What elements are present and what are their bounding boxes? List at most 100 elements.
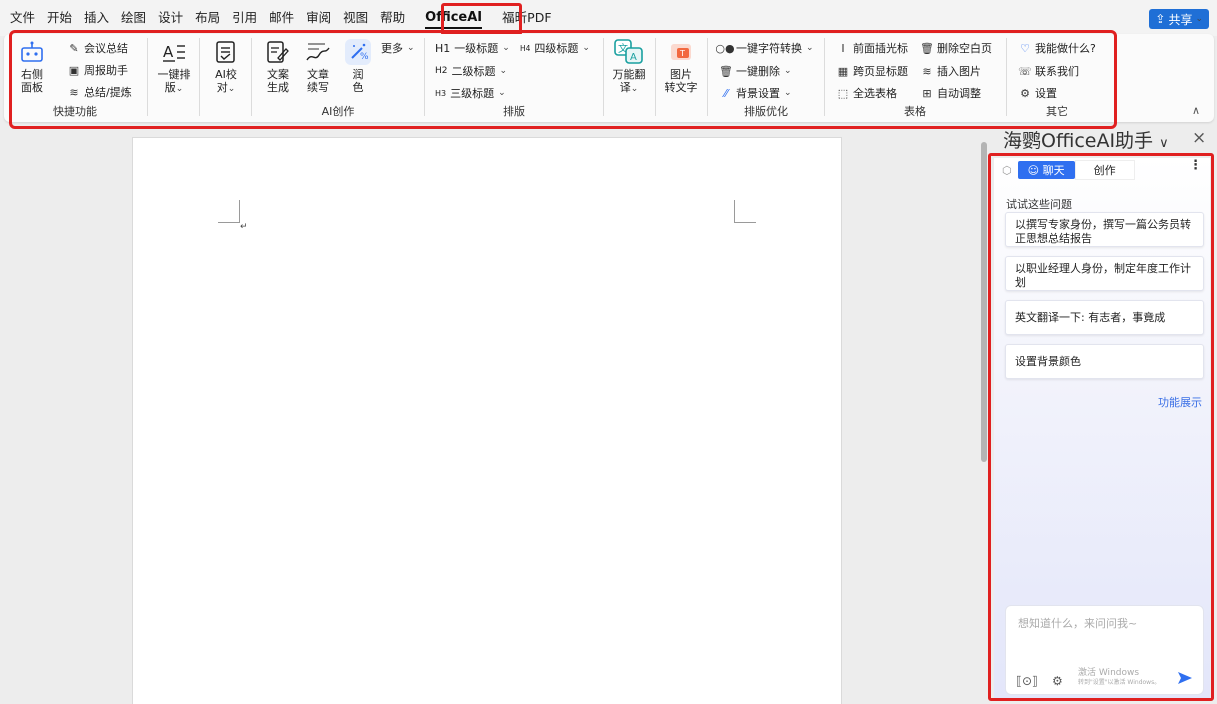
- group-label-other: 其它: [1046, 105, 1068, 118]
- background-settings-button[interactable]: ⁄⁄ 背景设置 ⌄: [720, 85, 791, 101]
- menu-mailings[interactable]: 邮件: [263, 0, 300, 36]
- meeting-summary-button[interactable]: ✎ 会议总结: [68, 40, 128, 56]
- polish-label-2: 色: [352, 81, 364, 94]
- translate-label-2: 译: [619, 81, 631, 94]
- cross-page-title-button[interactable]: ▦ 跨页显标题: [837, 63, 908, 79]
- summarize-button[interactable]: ≋ 总结/提炼: [68, 84, 132, 100]
- svg-text:A: A: [163, 43, 174, 61]
- heading-3-button[interactable]: H3 三级标题 ⌄: [435, 85, 506, 101]
- copy-generate-button[interactable]: 文案 生成: [260, 39, 296, 94]
- menu-review[interactable]: 审阅: [300, 0, 337, 36]
- menu-view[interactable]: 视图: [337, 0, 374, 36]
- suggestion-item[interactable]: 以撰写专家身份，撰写一篇公务员转正思想总结报告: [1005, 212, 1204, 247]
- contact-us-button[interactable]: ☏ 联系我们: [1018, 63, 1079, 79]
- calendar-icon: ▣: [68, 63, 80, 77]
- text-cursor-icon: I: [841, 41, 845, 55]
- insert-cursor-label: 前面插光标: [853, 42, 908, 55]
- summarize-label: 总结/提炼: [84, 86, 132, 99]
- insert-image-button[interactable]: ≋ 插入图片: [921, 63, 981, 79]
- meeting-summary-label: 会议总结: [84, 42, 128, 55]
- select-all-table-button[interactable]: ⬚ 全选表格: [837, 85, 897, 101]
- gear-icon[interactable]: ⚙: [1052, 674, 1063, 688]
- tab-chat[interactable]: ☺ 聊天: [1017, 161, 1075, 179]
- menu-help[interactable]: 帮助: [374, 0, 411, 36]
- menu-officeai[interactable]: OfficeAI: [411, 0, 496, 36]
- group-label-table: 表格: [904, 105, 926, 118]
- tab-create[interactable]: 创作: [1074, 160, 1135, 180]
- menu-design[interactable]: 设计: [152, 0, 189, 36]
- heading-4-label: 四级标题: [534, 42, 579, 55]
- text-format-icon: A: [162, 39, 186, 65]
- what-can-i-do-button[interactable]: ♡ 我能做什么?: [1019, 40, 1096, 56]
- crop-mark-left-v: [239, 200, 240, 223]
- menu-draw[interactable]: 绘图: [115, 0, 152, 36]
- heading-2-label: 二级标题: [451, 65, 496, 78]
- weekly-report-button[interactable]: ▣ 周报助手: [68, 62, 128, 78]
- group-typesetting: H1 一级标题 ⌄ H4 四级标题 ⌄ H2 二级标题 ⌄ H3 三级标题 ⌄ 排版: [425, 34, 603, 122]
- handwriting-icon: [305, 39, 331, 65]
- universal-translate-button[interactable]: 文A 万能翻 译⌄: [608, 39, 650, 96]
- one-click-layout-button[interactable]: A 一键排 版⌄: [154, 39, 194, 96]
- select-box-icon: ⬚: [837, 86, 849, 100]
- ribbon: 右侧 面板 ✎ 会议总结 ▣ 周报助手 ≋ 总结/提炼 快捷功能 A 一键排 版⌄ A…: [4, 34, 1214, 122]
- article-continue-button[interactable]: 文章 续写: [300, 39, 336, 94]
- more-options-icon[interactable]: ⋮: [1189, 158, 1202, 173]
- menu-home[interactable]: 开始: [41, 0, 78, 36]
- heading-2-button[interactable]: H2 二级标题 ⌄: [435, 63, 507, 79]
- feature-showcase-link[interactable]: 功能展示: [1158, 394, 1202, 410]
- menu-layout[interactable]: 布局: [189, 0, 226, 36]
- insert-cursor-button[interactable]: I 前面插光标: [837, 40, 908, 56]
- suggestion-item[interactable]: 设置背景颜色: [1005, 344, 1204, 379]
- chevron-down-icon: ⌄: [227, 84, 236, 94]
- divider: [655, 38, 656, 116]
- char-convert-button[interactable]: ○● 一键字符转换 ⌄: [715, 40, 813, 56]
- polish-button[interactable]: % 润 色: [340, 39, 376, 94]
- chevron-down-icon: ⌄: [502, 43, 510, 53]
- chat-input-box[interactable]: ⟦⊙⟧ ⚙ 激活 Windows 转到"设置"以激活 Windows。: [1005, 605, 1204, 695]
- auto-adjust-button[interactable]: ⊞ 自动调整: [921, 85, 981, 101]
- proofread-label-2: 对: [216, 81, 228, 94]
- svg-text:%: %: [360, 52, 369, 62]
- delete-blank-page-button[interactable]: 🗑 删除空白页: [920, 40, 992, 56]
- document-page[interactable]: ↵: [132, 137, 842, 704]
- grid-icon: ⊞: [922, 86, 932, 100]
- document-scrollbar[interactable]: [981, 142, 987, 462]
- layout-label-2: 版: [164, 81, 176, 94]
- menu-file[interactable]: 文件: [0, 0, 41, 36]
- right-panel-button[interactable]: 右侧 面板: [14, 39, 50, 94]
- group-label-optimize: 排版优化: [744, 105, 788, 118]
- layers-icon: ≋: [922, 64, 932, 78]
- heading-4-button[interactable]: H4 四级标题 ⌄: [520, 40, 590, 56]
- settings-button[interactable]: ⚙ 设置: [1019, 85, 1057, 101]
- group-layout-optimize: ○● 一键字符转换 ⌄ 🗑 一键删除 ⌄ ⁄⁄ 背景设置 ⌄ 排版优化: [708, 34, 824, 122]
- menu-insert[interactable]: 插入: [78, 0, 115, 36]
- image-to-text-button[interactable]: T 图片 转文字: [660, 39, 702, 94]
- chevron-down-icon[interactable]: ∨: [1159, 136, 1169, 151]
- screenshot-icon[interactable]: ⟦⊙⟧: [1016, 674, 1038, 688]
- h1-icon: H1: [435, 41, 451, 55]
- watermark-line-1: 激活 Windows: [1078, 668, 1140, 678]
- collapse-ribbon-icon[interactable]: ∧: [1192, 104, 1200, 117]
- document-pen-icon: [266, 39, 290, 65]
- ai-proofread-button[interactable]: AI校 对⌄: [206, 39, 246, 96]
- heading-3-label: 三级标题: [450, 87, 495, 100]
- layers-icon: ≋: [69, 85, 79, 99]
- chat-input[interactable]: [1016, 616, 1198, 631]
- menu-references[interactable]: 引用: [226, 0, 263, 36]
- suggestion-item[interactable]: 英文翻译一下: 有志者，事竟成: [1005, 300, 1204, 335]
- suggestion-item[interactable]: 以职业经理人身份，制定年度工作计划: [1005, 256, 1204, 291]
- heading-1-button[interactable]: H1 一级标题 ⌄: [435, 40, 510, 56]
- table-header-icon: ▦: [837, 64, 849, 78]
- send-icon[interactable]: [1177, 671, 1193, 688]
- menu-foxit-pdf[interactable]: 福昕PDF: [496, 0, 557, 36]
- insert-image-label: 插入图片: [937, 65, 981, 78]
- right-panel-label-2: 面板: [21, 81, 43, 94]
- generate-label-2: 生成: [267, 81, 289, 94]
- more-ai-button[interactable]: 更多 ⌄: [381, 40, 415, 56]
- close-icon[interactable]: ×: [1192, 128, 1206, 148]
- select-all-label: 全选表格: [853, 87, 897, 100]
- translate-icon: 文A: [614, 39, 644, 65]
- share-button[interactable]: ⇪ 共享 ⌄: [1149, 9, 1209, 29]
- one-click-delete-button[interactable]: 🗑 一键删除 ⌄: [719, 63, 792, 79]
- tab-chat-label: 聊天: [1042, 164, 1065, 177]
